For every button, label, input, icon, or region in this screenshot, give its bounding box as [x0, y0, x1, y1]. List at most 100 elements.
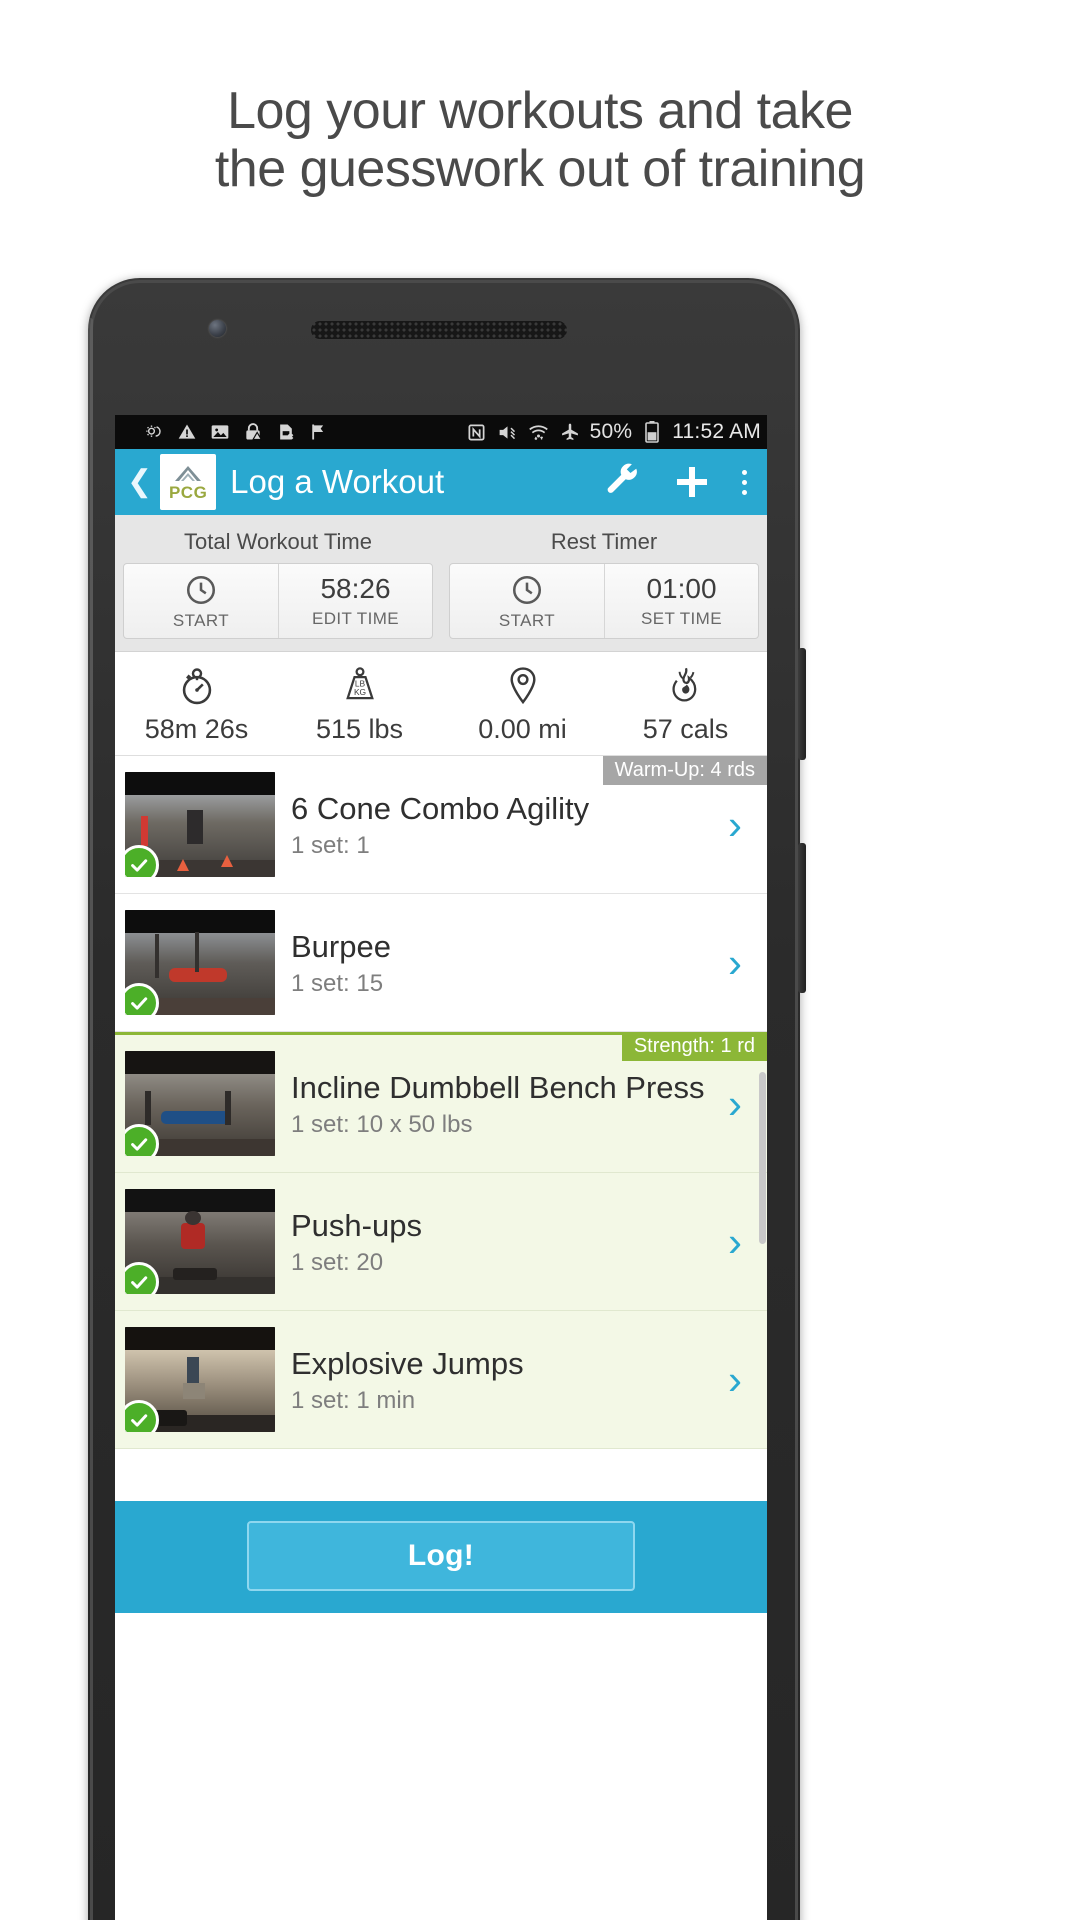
list-bottom-spacer — [115, 1449, 767, 1501]
stat-calories[interactable]: 57 cals — [604, 664, 767, 745]
rest-timer-controls: START 01:00 SET TIME — [449, 563, 759, 639]
timer-panel: Total Workout Time START 58:26 EDIT TIME — [115, 515, 767, 652]
chevron-right-icon[interactable]: › — [711, 803, 759, 846]
total-workout-timer: Total Workout Time START 58:26 EDIT TIME — [115, 525, 441, 639]
exercise-row-4[interactable]: Push-ups 1 set: 20 › — [115, 1173, 767, 1311]
warning-triangle-icon — [176, 421, 198, 443]
image-icon — [209, 421, 231, 443]
sim-card-error-icon — [275, 421, 297, 443]
overflow-menu-icon[interactable] — [742, 469, 747, 495]
volume-mute-icon — [497, 421, 519, 443]
mountain-logo-icon: PCG — [160, 454, 217, 510]
brightness-auto-icon — [143, 421, 165, 443]
exercise-thumbnail — [125, 910, 275, 1015]
exercise-text: Incline Dumbbell Bench Press 1 set: 10 x… — [275, 1069, 711, 1139]
exercise-sets: 1 set: 1 — [291, 831, 370, 859]
exercise-name: Explosive Jumps — [291, 1345, 524, 1381]
app-bar-title: Log a Workout — [230, 463, 445, 500]
bottom-action-bar: Log! — [115, 1501, 767, 1613]
clock-icon — [512, 575, 542, 605]
exercise-text: Burpee 1 set: 15 — [275, 928, 711, 998]
logo-text: PCG — [168, 483, 208, 502]
rest-timer-set-time-button[interactable]: 01:00 SET TIME — [604, 564, 758, 638]
promo-screenshot: Log your workouts and take the guesswork… — [0, 0, 1080, 1920]
front-camera-icon — [209, 320, 226, 337]
section-badge-strength: Strength: 1 rd — [621, 1032, 767, 1061]
weight-plate-icon: LB KG — [278, 664, 441, 708]
app-bar: ❮ PCG Log a Workout — [115, 449, 767, 515]
stat-distance-value: 0.00 mi — [478, 714, 567, 744]
nfc-icon — [466, 421, 488, 443]
clock-icon — [186, 575, 216, 605]
wifi-transfer-icon — [528, 421, 550, 443]
exercise-sets: 1 set: 20 — [291, 1248, 384, 1276]
exercise-text: Explosive Jumps 1 set: 1 min — [275, 1345, 711, 1415]
status-bar-right-icons: 50% 11:52 AM — [466, 420, 761, 444]
chevron-right-icon[interactable]: › — [711, 1358, 759, 1401]
exercise-name: Push-ups — [291, 1207, 422, 1243]
exercise-name: Incline Dumbbell Bench Press — [291, 1069, 705, 1105]
exercise-list: Warm-Up: 4 rds 6 Cone Combo Agility 1 se… — [115, 756, 767, 1501]
exercise-thumbnail — [125, 1327, 275, 1432]
status-bar-left-icons — [143, 421, 330, 443]
battery-percent: 50% — [589, 420, 633, 443]
flag-check-icon — [308, 421, 330, 443]
stat-duration[interactable]: 58m 26s — [115, 664, 278, 745]
volume-button[interactable] — [798, 648, 806, 760]
chevron-right-icon[interactable]: › — [711, 1220, 759, 1263]
total-workout-start-label: START — [172, 611, 230, 630]
flame-icon — [604, 664, 767, 708]
exercise-sets: 1 set: 1 min — [291, 1386, 416, 1414]
exercise-thumbnail — [125, 772, 275, 877]
phone-device-frame: 50% 11:52 AM ❮ PCG Log a Workout Total W… — [88, 278, 806, 1920]
chevron-right-icon[interactable]: › — [711, 941, 759, 984]
rest-timer-start-label: START — [498, 611, 556, 630]
stat-calories-value: 57 cals — [642, 714, 729, 744]
exercise-row-2[interactable]: Burpee 1 set: 15 › — [115, 894, 767, 1032]
exercise-group-strength: Strength: 1 rd Incline Dumbbell Bench Pr… — [115, 1032, 767, 1449]
svg-text:KG: KG — [353, 687, 365, 697]
exercise-sets: 1 set: 15 — [291, 969, 384, 997]
exercise-name: Burpee — [291, 928, 391, 964]
log-button[interactable]: Log! — [247, 1521, 635, 1591]
airplane-mode-icon — [559, 421, 581, 443]
rest-timer: Rest Timer START 01:00 SET TIME — [441, 525, 767, 639]
phone-screen: 50% 11:52 AM ❮ PCG Log a Workout Total W… — [115, 415, 767, 1920]
rest-timer-start-button[interactable]: START — [450, 564, 604, 638]
stat-distance[interactable]: 0.00 mi — [441, 664, 604, 745]
back-chevron-icon[interactable]: ❮ — [123, 467, 160, 497]
stat-duration-value: 58m 26s — [144, 714, 249, 744]
exercise-thumbnail — [125, 1051, 275, 1156]
rest-timer-label: Rest Timer — [550, 529, 658, 554]
headline-line-1: Log your workouts and take — [227, 82, 853, 140]
plus-icon[interactable] — [672, 462, 712, 502]
total-workout-edit-time-button[interactable]: 58:26 EDIT TIME — [278, 564, 432, 638]
workout-stats-row: 58m 26s LB KG 515 lbs 0.00 mi 57 cals — [115, 652, 767, 756]
headline-line-2: the guesswork out of training — [214, 140, 866, 198]
exercise-name: 6 Cone Combo Agility — [291, 790, 590, 826]
total-workout-start-button[interactable]: START — [124, 564, 278, 638]
list-scrollbar[interactable] — [759, 1072, 766, 1244]
exercise-thumbnail — [125, 1189, 275, 1294]
power-button[interactable] — [798, 843, 806, 993]
location-pin-icon — [441, 664, 604, 708]
total-workout-timer-controls: START 58:26 EDIT TIME — [123, 563, 433, 639]
total-workout-edit-label: EDIT TIME — [311, 609, 400, 628]
exercise-group-warmup: Warm-Up: 4 rds 6 Cone Combo Agility 1 se… — [115, 756, 767, 1032]
exercise-text: 6 Cone Combo Agility 1 set: 1 — [275, 790, 711, 860]
stat-weight-value: 515 lbs — [315, 714, 404, 744]
wrench-icon[interactable] — [604, 463, 642, 501]
exercise-sets: 1 set: 10 x 50 lbs — [291, 1110, 473, 1138]
rest-timer-set-label: SET TIME — [641, 609, 722, 628]
total-workout-timer-label: Total Workout Time — [184, 529, 372, 554]
page-title: Log your workouts and take the guesswork… — [0, 82, 1080, 198]
status-bar: 50% 11:52 AM — [115, 415, 767, 449]
rest-timer-value: 01:00 — [646, 573, 717, 604]
battery-icon — [641, 421, 663, 443]
stat-weight[interactable]: LB KG 515 lbs — [278, 664, 441, 745]
chevron-right-icon[interactable]: › — [711, 1082, 759, 1125]
section-badge-warmup: Warm-Up: 4 rds — [602, 756, 767, 785]
exercise-row-5[interactable]: Explosive Jumps 1 set: 1 min › — [115, 1311, 767, 1449]
exercise-text: Push-ups 1 set: 20 — [275, 1207, 711, 1277]
phone-edge-highlight — [88, 318, 93, 1518]
